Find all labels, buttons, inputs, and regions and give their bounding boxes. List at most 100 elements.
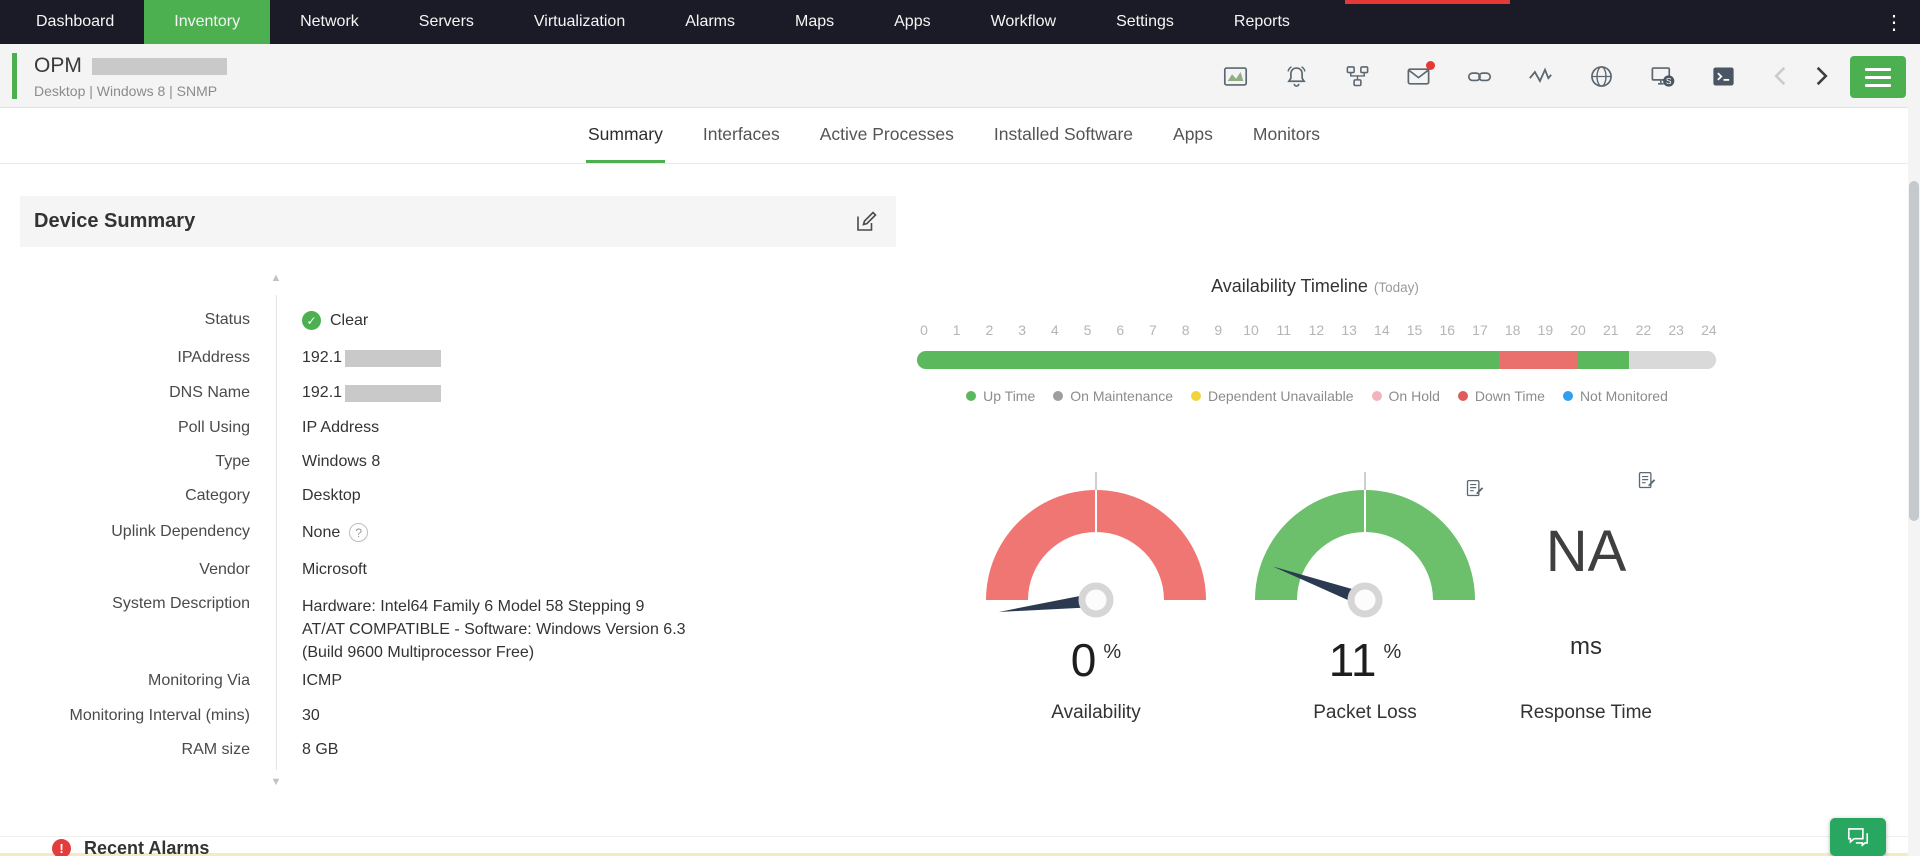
hour-label: 13 — [1341, 322, 1357, 338]
hour-label: 15 — [1406, 322, 1423, 338]
field-label: DNS Name — [169, 384, 250, 401]
scrollbar-track[interactable] — [1908, 44, 1920, 856]
hour-label: 7 — [1149, 322, 1157, 338]
device-name: OPM — [34, 51, 227, 81]
field-value: 192.1 — [302, 349, 442, 367]
field-label: System Description — [112, 595, 250, 612]
field-row-type: Type Windows 8 — [20, 453, 896, 477]
field-value: ✓ Clear — [302, 311, 368, 330]
field-label: Status — [204, 311, 250, 328]
timeline-segment-up — [917, 351, 1500, 369]
hour-label: 4 — [1050, 322, 1059, 338]
field-label: IPAddress — [177, 349, 250, 366]
terminal-icon[interactable] — [1710, 63, 1737, 90]
device-summary-fields: Status ✓ Clear IPAddress 192.1 DNS Name … — [20, 290, 896, 759]
nav-item-inventory[interactable]: Inventory — [144, 0, 271, 44]
tab-summary[interactable]: Summary — [585, 108, 665, 163]
field-row-ram-size: RAM size 8 GB — [20, 741, 896, 759]
tab-installed-software[interactable]: Installed Software — [992, 108, 1135, 163]
report-icon[interactable] — [1636, 470, 1657, 491]
hamburger-menu-button[interactable] — [1850, 56, 1906, 98]
svg-text:S: S — [1666, 75, 1672, 85]
scroll-down-icon[interactable]: ▼ — [268, 776, 284, 788]
edit-icon[interactable] — [854, 210, 878, 234]
legend-item: Down Time — [1457, 388, 1545, 404]
legend-item: Not Monitored — [1562, 388, 1668, 404]
field-value: Hardware: Intel64 Family 6 Model 58 Step… — [302, 598, 686, 661]
nav-item-dashboard[interactable]: Dashboard — [6, 0, 144, 44]
legend-item: Up Time — [966, 388, 1035, 404]
field-label: Uplink Dependency — [111, 523, 250, 540]
field-row-vendor: Vendor Microsoft — [20, 561, 896, 585]
hour-label: 12 — [1308, 322, 1325, 338]
field-row-category: Category Desktop — [20, 487, 896, 511]
field-label: RAM size — [181, 741, 250, 758]
timeline-segment-down — [1499, 351, 1578, 369]
field-label: Poll Using — [177, 419, 250, 436]
device-badge-icon[interactable]: S — [1649, 63, 1676, 90]
notification-strip — [1345, 0, 1510, 4]
hour-label: 11 — [1276, 322, 1291, 338]
opmanager-app: Dashboard Inventory Network Servers Virt… — [0, 0, 1920, 856]
device-summary-header: Device Summary — [20, 196, 896, 247]
topology-icon[interactable] — [1344, 63, 1371, 90]
email-icon[interactable] — [1405, 60, 1435, 90]
hour-label: 8 — [1181, 322, 1190, 338]
nav-item-workflow[interactable]: Workflow — [961, 0, 1087, 44]
legend-dot-dependent-unavailable — [1190, 391, 1201, 401]
response-time-value: NA — [1545, 519, 1627, 584]
timeline-title: Availability Timeline (Today) — [1211, 276, 1419, 296]
hamburger-line — [1865, 83, 1891, 87]
availability-gauge — [986, 472, 1206, 618]
nav-item-settings[interactable]: Settings — [1086, 0, 1204, 44]
nav-item-apps[interactable]: Apps — [864, 0, 960, 44]
chat-button[interactable] — [1830, 818, 1886, 856]
tab-monitors[interactable]: Monitors — [1251, 108, 1322, 163]
hour-label: 5 — [1083, 322, 1092, 338]
hour-label: 18 — [1504, 322, 1521, 338]
hamburger-line — [1865, 75, 1891, 79]
field-value: Desktop — [302, 487, 361, 504]
scrollbar-thumb[interactable] — [1909, 181, 1919, 521]
field-value: ICMP — [302, 672, 342, 689]
nav-item-servers[interactable]: Servers — [389, 0, 504, 44]
tab-apps[interactable]: Apps — [1171, 108, 1215, 163]
device-tabs: Summary Interfaces Active Processes Inst… — [0, 108, 1908, 164]
globe-icon[interactable] — [1588, 63, 1615, 90]
nav-item-alarms[interactable]: Alarms — [655, 0, 765, 44]
tab-interfaces[interactable]: Interfaces — [701, 108, 782, 163]
report-icon[interactable] — [1464, 478, 1485, 499]
scroll-up-icon[interactable]: ▲ — [268, 272, 284, 284]
hour-label: 2 — [985, 322, 994, 338]
field-value: Windows 8 — [302, 453, 381, 470]
chevron-right-icon[interactable] — [1806, 62, 1834, 90]
field-row-ipaddress: IPAddress 192.1 — [20, 349, 896, 373]
alarm-bell-icon[interactable] — [1283, 63, 1310, 90]
hamburger-line — [1865, 67, 1891, 71]
nav-item-virtualization[interactable]: Virtualization — [504, 0, 655, 44]
response-time-unit: ms — [1570, 633, 1602, 660]
help-icon[interactable]: ? — [349, 523, 369, 542]
performance-chart-icon[interactable] — [1222, 63, 1249, 90]
timeline-subtitle: (Today) — [1373, 280, 1419, 295]
legend-item: On Hold — [1371, 388, 1440, 404]
nav-item-network[interactable]: Network — [270, 0, 389, 44]
hour-label: 21 — [1602, 322, 1619, 338]
field-value: IP Address — [302, 419, 380, 436]
redacted-device-name — [91, 57, 227, 75]
field-value: Microsoft — [302, 561, 367, 578]
hour-label: 3 — [1018, 322, 1026, 338]
field-value: 8 GB — [302, 741, 339, 758]
legend-dot-not-monitored — [1562, 391, 1573, 401]
legend-dot-down-time — [1457, 391, 1468, 401]
legend-item: Dependent Unavailable — [1190, 388, 1354, 404]
nav-item-maps[interactable]: Maps — [765, 0, 864, 44]
nav-item-reports[interactable]: Reports — [1204, 0, 1320, 44]
chevron-left-icon[interactable] — [1768, 62, 1796, 90]
dependency-link-icon[interactable] — [1466, 63, 1493, 90]
device-meta: Desktop | Windows 8 | SNMP — [34, 83, 218, 99]
status-clear-icon: ✓ — [302, 311, 321, 330]
kebab-menu-icon[interactable]: ⋮ — [1878, 0, 1910, 44]
response-graph-icon[interactable] — [1527, 63, 1554, 90]
tab-active-processes[interactable]: Active Processes — [818, 108, 956, 163]
